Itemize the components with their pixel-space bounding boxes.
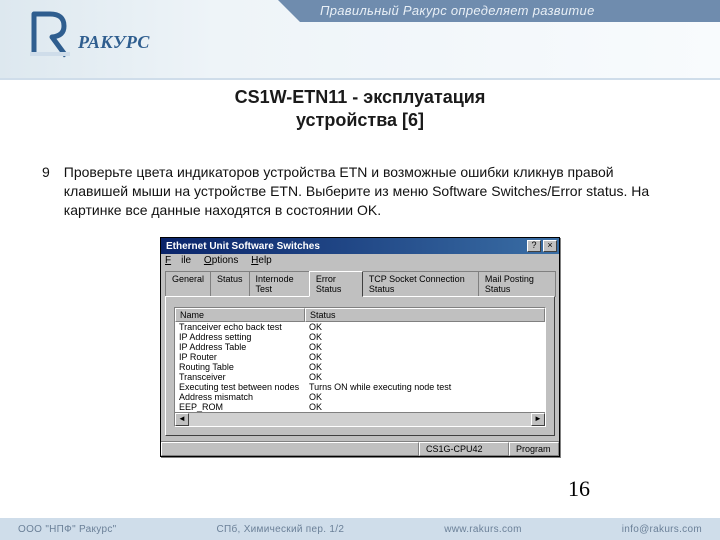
slide-banner: Правильный Ракурс определяет развитие РА… [0,0,720,80]
tab-internode-test[interactable]: Internode Test [249,271,310,297]
statusbar-spacer [161,442,419,456]
dialog-screenshot: Ethernet Unit Software Switches ? × File… [160,237,560,457]
cell-name: Routing Table [175,362,305,372]
tab-tcp-socket-connection-status[interactable]: TCP Socket Connection Status [362,271,479,297]
cell-status: OK [305,352,545,362]
tab-general[interactable]: General [165,271,211,297]
step-block: 9 Проверьте цвета индикаторов устройства… [42,163,678,220]
dialog-titlebar: Ethernet Unit Software Switches ? × [161,238,559,254]
column-name[interactable]: Name [175,308,305,322]
cell-status: OK [305,402,545,412]
tab-mail-posting-status[interactable]: Mail Posting Status [478,271,556,297]
logo-icon [30,10,70,63]
footer-company: ООО "НПФ" Ракурс" [18,524,117,535]
logo-block: РАКУРС [30,10,150,63]
list-header: Name Status [175,308,545,322]
dialog-title: Ethernet Unit Software Switches [163,241,525,252]
menu-options[interactable]: Options [204,255,238,266]
cell-name: EEP_ROM [175,402,305,412]
cell-name: IP Address setting [175,332,305,342]
page-number: 16 [568,476,590,502]
step-description: Проверьте цвета индикаторов устройства E… [64,163,678,220]
footer-email: info@rakurs.com [622,524,702,535]
title-line-1: CS1W-ETN11 - эксплуатация [0,86,720,109]
cell-status: OK [305,332,545,342]
dialog-menubar: File Options Help [161,254,559,267]
list-item[interactable]: Routing TableOK [175,362,545,372]
dialog-tabs: GeneralStatusInternode TestError StatusT… [165,271,555,297]
list-item[interactable]: Executing test between nodesTurns ON whi… [175,382,545,392]
horizontal-scrollbar[interactable]: ◄ ► [175,412,545,426]
cell-status: OK [305,322,545,332]
tab-error-status[interactable]: Error Status [309,271,363,297]
help-icon[interactable]: ? [527,240,541,252]
cell-name: IP Address Table [175,342,305,352]
step-number: 9 [42,163,50,220]
list-item[interactable]: EEP_ROMOK [175,402,545,412]
cell-name: Address mismatch [175,392,305,402]
error-status-list: Name Status Tranceiver echo back testOKI… [174,307,546,427]
cell-status: OK [305,392,545,402]
scroll-left-icon[interactable]: ◄ [175,413,189,426]
list-item[interactable]: TransceiverOK [175,372,545,382]
dialog-statusbar: CS1G-CPU42 Program [161,441,559,456]
cell-status: OK [305,362,545,372]
cell-status: OK [305,372,545,382]
menu-help[interactable]: Help [251,255,272,266]
logo-text: РАКУРС [78,32,150,53]
banner-divider [0,78,720,80]
list-item[interactable]: IP RouterOK [175,352,545,362]
list-item[interactable]: IP Address settingOK [175,332,545,342]
list-item[interactable]: Address mismatchOK [175,392,545,402]
statusbar-mode: Program [509,442,559,456]
scroll-track[interactable] [189,413,531,426]
list-item[interactable]: IP Address TableOK [175,342,545,352]
dialog-window: Ethernet Unit Software Switches ? × File… [160,237,560,457]
tab-page-error-status: Name Status Tranceiver echo back testOKI… [165,296,555,436]
slide-footer: ООО "НПФ" Ракурс" СПб, Химический пер. 1… [0,518,720,540]
footer-address: СПб, Химический пер. 1/2 [217,524,345,535]
cell-name: Transceiver [175,372,305,382]
menu-file[interactable]: File [165,255,191,266]
slide-title: CS1W-ETN11 - эксплуатация устройства [6] [0,86,720,133]
banner-slogan: Правильный Ракурс определяет развитие [300,0,720,22]
cell-name: IP Router [175,352,305,362]
scroll-right-icon[interactable]: ► [531,413,545,426]
cell-status: Turns ON while executing node test [305,382,545,392]
column-status[interactable]: Status [305,308,545,322]
title-line-2: устройства [6] [0,109,720,132]
footer-site: www.rakurs.com [444,524,522,535]
tab-status[interactable]: Status [210,271,250,297]
cell-name: Tranceiver echo back test [175,322,305,332]
statusbar-cpu: CS1G-CPU42 [419,442,509,456]
list-item[interactable]: Tranceiver echo back testOK [175,322,545,332]
close-icon[interactable]: × [543,240,557,252]
list-rows: Tranceiver echo back testOKIP Address se… [175,322,545,412]
cell-name: Executing test between nodes [175,382,305,392]
cell-status: OK [305,342,545,352]
